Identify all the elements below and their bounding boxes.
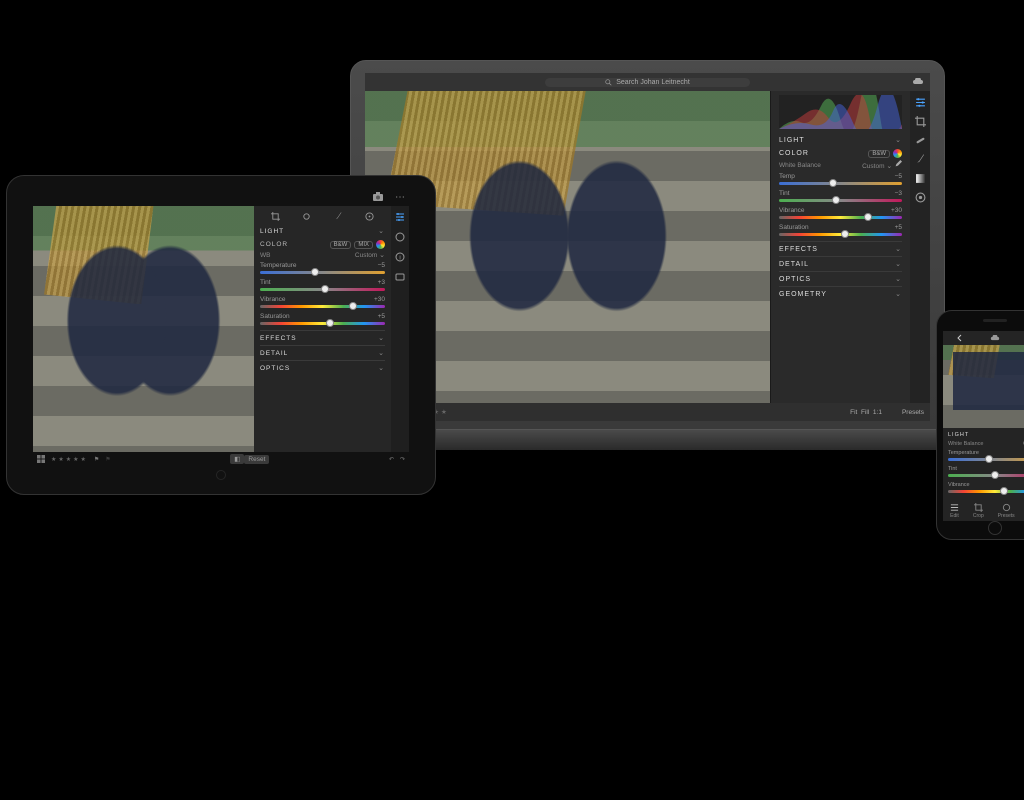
edited-photo: [943, 345, 1024, 428]
tablet-topbar: ⋯: [33, 190, 409, 206]
section-color-label: COLOR: [779, 150, 809, 157]
radial-gradient-icon[interactable]: [915, 192, 926, 203]
linear-gradient-icon[interactable]: [915, 173, 926, 184]
before-after-icon[interactable]: ◧: [230, 454, 244, 464]
bw-toggle[interactable]: B&W: [330, 241, 352, 249]
crop-icon[interactable]: [271, 212, 280, 221]
search-icon: [605, 79, 612, 86]
slider-tint[interactable]: Tint−3: [779, 190, 902, 202]
flag-rejected-icon[interactable]: ⚑: [105, 456, 110, 463]
bw-toggle[interactable]: B&W: [868, 150, 890, 158]
brush-icon[interactable]: [334, 212, 343, 221]
info-icon[interactable]: i: [395, 252, 405, 262]
eyedropper-icon[interactable]: [894, 160, 902, 168]
cloud-icon[interactable]: [990, 335, 1000, 342]
back-icon[interactable]: [956, 334, 964, 342]
section-detail[interactable]: DETAIL⌄: [260, 345, 385, 360]
crop-icon: [974, 503, 983, 512]
ratio-button[interactable]: 1:1: [873, 409, 882, 416]
top-bar: Search Johan Leitnecht: [365, 73, 930, 91]
tool-strip: [910, 91, 930, 403]
slider-vibrance[interactable]: Vibrance: [948, 482, 1024, 493]
edited-photo: [33, 206, 254, 452]
fill-button[interactable]: Fill: [861, 409, 869, 416]
fit-button[interactable]: Fit: [850, 409, 857, 416]
heal-icon[interactable]: [915, 135, 926, 146]
grid-icon[interactable]: [37, 455, 45, 463]
heal-icon[interactable]: [302, 212, 311, 221]
cloud-icon[interactable]: [912, 78, 924, 86]
edit-panel: LIGHT⌄ COLOR B&W White Balance Custom ⌄: [770, 91, 930, 403]
crop-icon[interactable]: [915, 116, 926, 127]
slider-saturation[interactable]: Saturation+5: [779, 224, 902, 236]
undo-icon[interactable]: ↶: [389, 456, 394, 463]
slider-temp[interactable]: Temperature−5: [260, 262, 385, 274]
sliders-icon: [950, 503, 959, 512]
color-mixer-icon[interactable]: [893, 149, 902, 158]
edit-panel: LIGHT White BalanceCustom Temperature Ti…: [943, 428, 1024, 501]
section-optics[interactable]: OPTICS⌄: [260, 360, 385, 375]
section-light[interactable]: LIGHT⌄: [260, 224, 385, 238]
edit-panel: LIGHT⌄ COLOR B&W MIX WB Custom ⌄ Tempera…: [254, 206, 409, 452]
slider-vibrance[interactable]: Vibrance+30: [779, 207, 902, 219]
nav-crop[interactable]: Crop: [973, 503, 984, 519]
section-color-label: COLOR: [260, 241, 288, 248]
slider-vibrance[interactable]: Vibrance+30: [260, 296, 385, 308]
tablet-home-button[interactable]: [216, 470, 226, 480]
chevron-down-icon: ⌄: [895, 136, 902, 144]
presets-button[interactable]: Presets: [902, 409, 924, 416]
mix-toggle[interactable]: MIX: [354, 241, 373, 249]
redo-icon[interactable]: ↷: [400, 456, 405, 463]
star-rating[interactable]: ★★★★★: [51, 456, 88, 463]
wb-label: White Balance: [948, 441, 983, 447]
presets-icon: [1002, 503, 1011, 512]
phone-home-button[interactable]: [988, 521, 1002, 535]
flag-picked-icon[interactable]: ⚑: [94, 456, 99, 463]
search-field[interactable]: Search Johan Leitnecht: [545, 78, 750, 87]
phone-bottombar: Edit Crop Presets ⋯More: [943, 501, 1024, 521]
phone-toolbar: [943, 331, 1024, 345]
brush-icon[interactable]: [915, 154, 926, 165]
wb-label: White Balance: [779, 162, 821, 169]
slider-temp[interactable]: Temperature: [948, 450, 1024, 461]
bottom-toolbar: ⚑ ⚑ ★★★★★ Fit Fill 1:1 Presets: [365, 403, 930, 421]
slider-tint[interactable]: Tint+3: [260, 279, 385, 291]
search-placeholder: Search Johan Leitnecht: [616, 79, 690, 86]
section-effects[interactable]: EFFECTS⌄: [260, 330, 385, 345]
tablet-bottombar: ★★★★★ ⚑ ⚑ ◧ Reset ↶ ↷: [33, 452, 409, 466]
wb-label: WB: [260, 252, 270, 259]
phone-device: LIGHT White BalanceCustom Temperature Ti…: [936, 310, 1024, 540]
nav-presets[interactable]: Presets: [998, 503, 1015, 519]
photo-canvas[interactable]: [33, 206, 254, 452]
reset-button[interactable]: Reset: [244, 455, 269, 464]
presets-icon[interactable]: [395, 232, 405, 242]
tool-strip: i: [391, 206, 409, 452]
section-optics[interactable]: OPTICS⌄: [779, 271, 902, 286]
nav-edit[interactable]: Edit: [950, 503, 959, 519]
slider-temp[interactable]: Temp−5: [779, 173, 902, 185]
keywords-icon[interactable]: [395, 272, 405, 282]
slider-tint[interactable]: Tint: [948, 466, 1024, 477]
svg-text:i: i: [399, 256, 400, 262]
more-icon[interactable]: ⋯: [395, 192, 405, 204]
section-effects[interactable]: EFFECTS⌄: [779, 241, 902, 256]
wb-dropdown[interactable]: Custom ⌄: [355, 251, 385, 259]
histogram[interactable]: [779, 95, 902, 129]
tablet-device: ⋯ LIGHT⌄ COLOR B&W MIX: [6, 175, 436, 495]
section-light[interactable]: LIGHT: [948, 431, 1024, 439]
laptop-device: Search Johan Leitnecht: [350, 60, 945, 460]
slider-saturation[interactable]: Saturation+5: [260, 313, 385, 325]
wb-dropdown[interactable]: Custom: [862, 163, 884, 170]
color-mixer-icon[interactable]: [376, 240, 385, 249]
section-light[interactable]: LIGHT⌄: [779, 133, 902, 147]
laptop-screen: Search Johan Leitnecht: [350, 60, 945, 430]
selective-icon[interactable]: [365, 212, 374, 221]
sliders-icon[interactable]: [915, 97, 926, 108]
camera-icon[interactable]: [373, 192, 383, 201]
sliders-icon[interactable]: [395, 212, 405, 222]
section-detail[interactable]: DETAIL⌄: [779, 256, 902, 271]
photo-canvas[interactable]: [943, 345, 1024, 428]
section-geometry[interactable]: GEOMETRY⌄: [779, 286, 902, 301]
